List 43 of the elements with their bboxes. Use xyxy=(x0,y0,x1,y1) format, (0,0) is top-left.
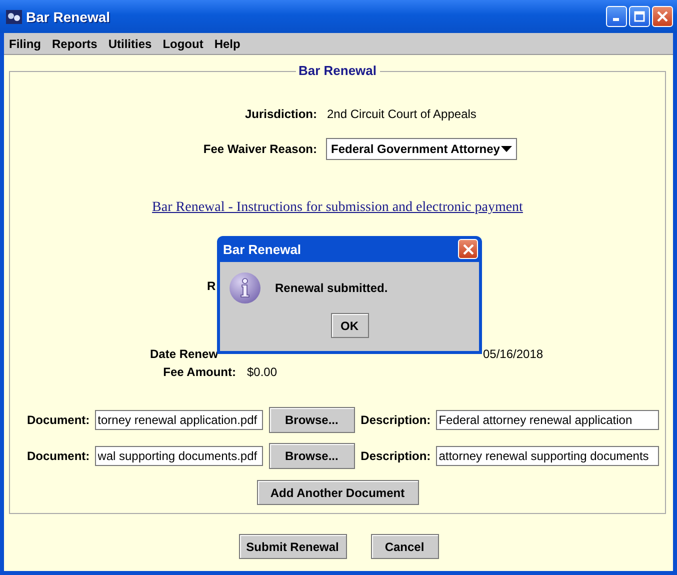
close-icon xyxy=(462,244,474,254)
dropdown-arrow-icon xyxy=(501,146,512,152)
menu-item[interactable]: Filing xyxy=(9,36,41,50)
description-field[interactable]: attorney renewal supporting documents xyxy=(436,446,659,466)
ok-button[interactable]: OK xyxy=(330,313,368,338)
field-value: 05/16/2018 xyxy=(483,347,544,361)
cancel-button[interactable]: Cancel xyxy=(370,534,438,559)
panel-title: Bar Renewal xyxy=(295,63,380,78)
menu-item[interactable]: Utilities xyxy=(108,36,152,50)
close-icon xyxy=(657,11,668,22)
maximize-button[interactable] xyxy=(629,6,650,27)
dialog-message: Renewal submitted. xyxy=(275,281,388,295)
close-button[interactable] xyxy=(652,6,673,27)
browse-button[interactable]: Browse... xyxy=(268,443,355,469)
app-icon xyxy=(6,10,22,24)
field-label: Jurisdiction: xyxy=(244,107,317,121)
maximize-icon xyxy=(634,11,645,22)
field-label: R xyxy=(207,279,216,293)
minimize-button[interactable] xyxy=(606,6,627,27)
field-label: Description: xyxy=(360,413,431,427)
field-label: Document: xyxy=(27,413,90,427)
submit-button[interactable]: Submit Renewal xyxy=(238,534,346,559)
menu-item[interactable]: Help xyxy=(214,36,240,50)
add-document-button[interactable]: Add Another Document xyxy=(256,480,418,505)
field-label: Fee Waiver Reason: xyxy=(202,142,317,156)
field-value: 2nd Circuit Court of Appeals xyxy=(327,107,476,121)
info-icon xyxy=(229,272,261,304)
window-title: Bar Renewal xyxy=(26,8,112,24)
menu-item[interactable]: Reports xyxy=(52,36,98,50)
instructions-link[interactable]: Bar Renewal - Instructions for submission and electronic payment xyxy=(152,200,523,216)
file-path-field[interactable]: torney renewal application.pdf xyxy=(94,410,263,430)
description-field[interactable]: Federal attorney renewal application xyxy=(436,410,659,430)
fee-waiver-dropdown[interactable]: Federal Government Attorney xyxy=(326,138,517,160)
field-label: Document: xyxy=(27,449,90,463)
file-path-field[interactable]: wal supporting documents.pdf xyxy=(94,446,263,466)
menu-item[interactable]: Logout xyxy=(162,36,204,50)
field-value: $0.00 xyxy=(247,365,278,379)
dialog-title: Bar Renewal xyxy=(223,242,302,256)
field-label: Fee Amount: xyxy=(162,365,236,379)
field-label: Date Renew xyxy=(150,347,220,361)
close-button[interactable] xyxy=(458,239,478,259)
browse-button[interactable]: Browse... xyxy=(268,407,355,433)
field-label: Description: xyxy=(360,449,431,463)
